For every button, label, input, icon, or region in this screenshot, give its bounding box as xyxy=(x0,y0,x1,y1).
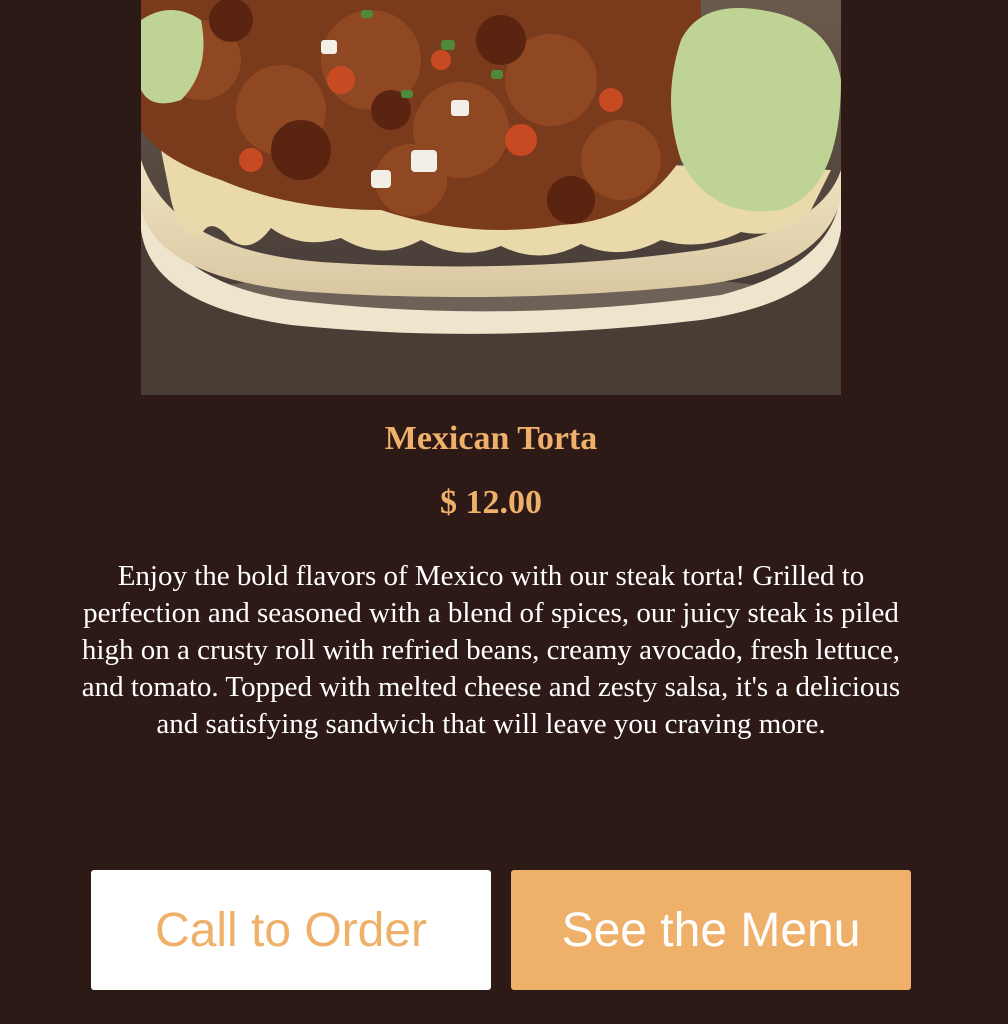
item-description: Enjoy the bold flavors of Mexico with ou… xyxy=(81,560,901,740)
see-the-menu-button[interactable]: See the Menu xyxy=(511,870,911,990)
torta-illustration xyxy=(141,0,841,395)
menu-item-page: Mexican Torta $ 12.00 Enjoy the bold fla… xyxy=(0,0,1008,1024)
call-to-order-button[interactable]: Call to Order xyxy=(91,870,491,990)
item-price: $ 12.00 xyxy=(440,484,542,521)
item-title: Mexican Torta xyxy=(384,420,598,457)
food-photo xyxy=(141,0,841,395)
